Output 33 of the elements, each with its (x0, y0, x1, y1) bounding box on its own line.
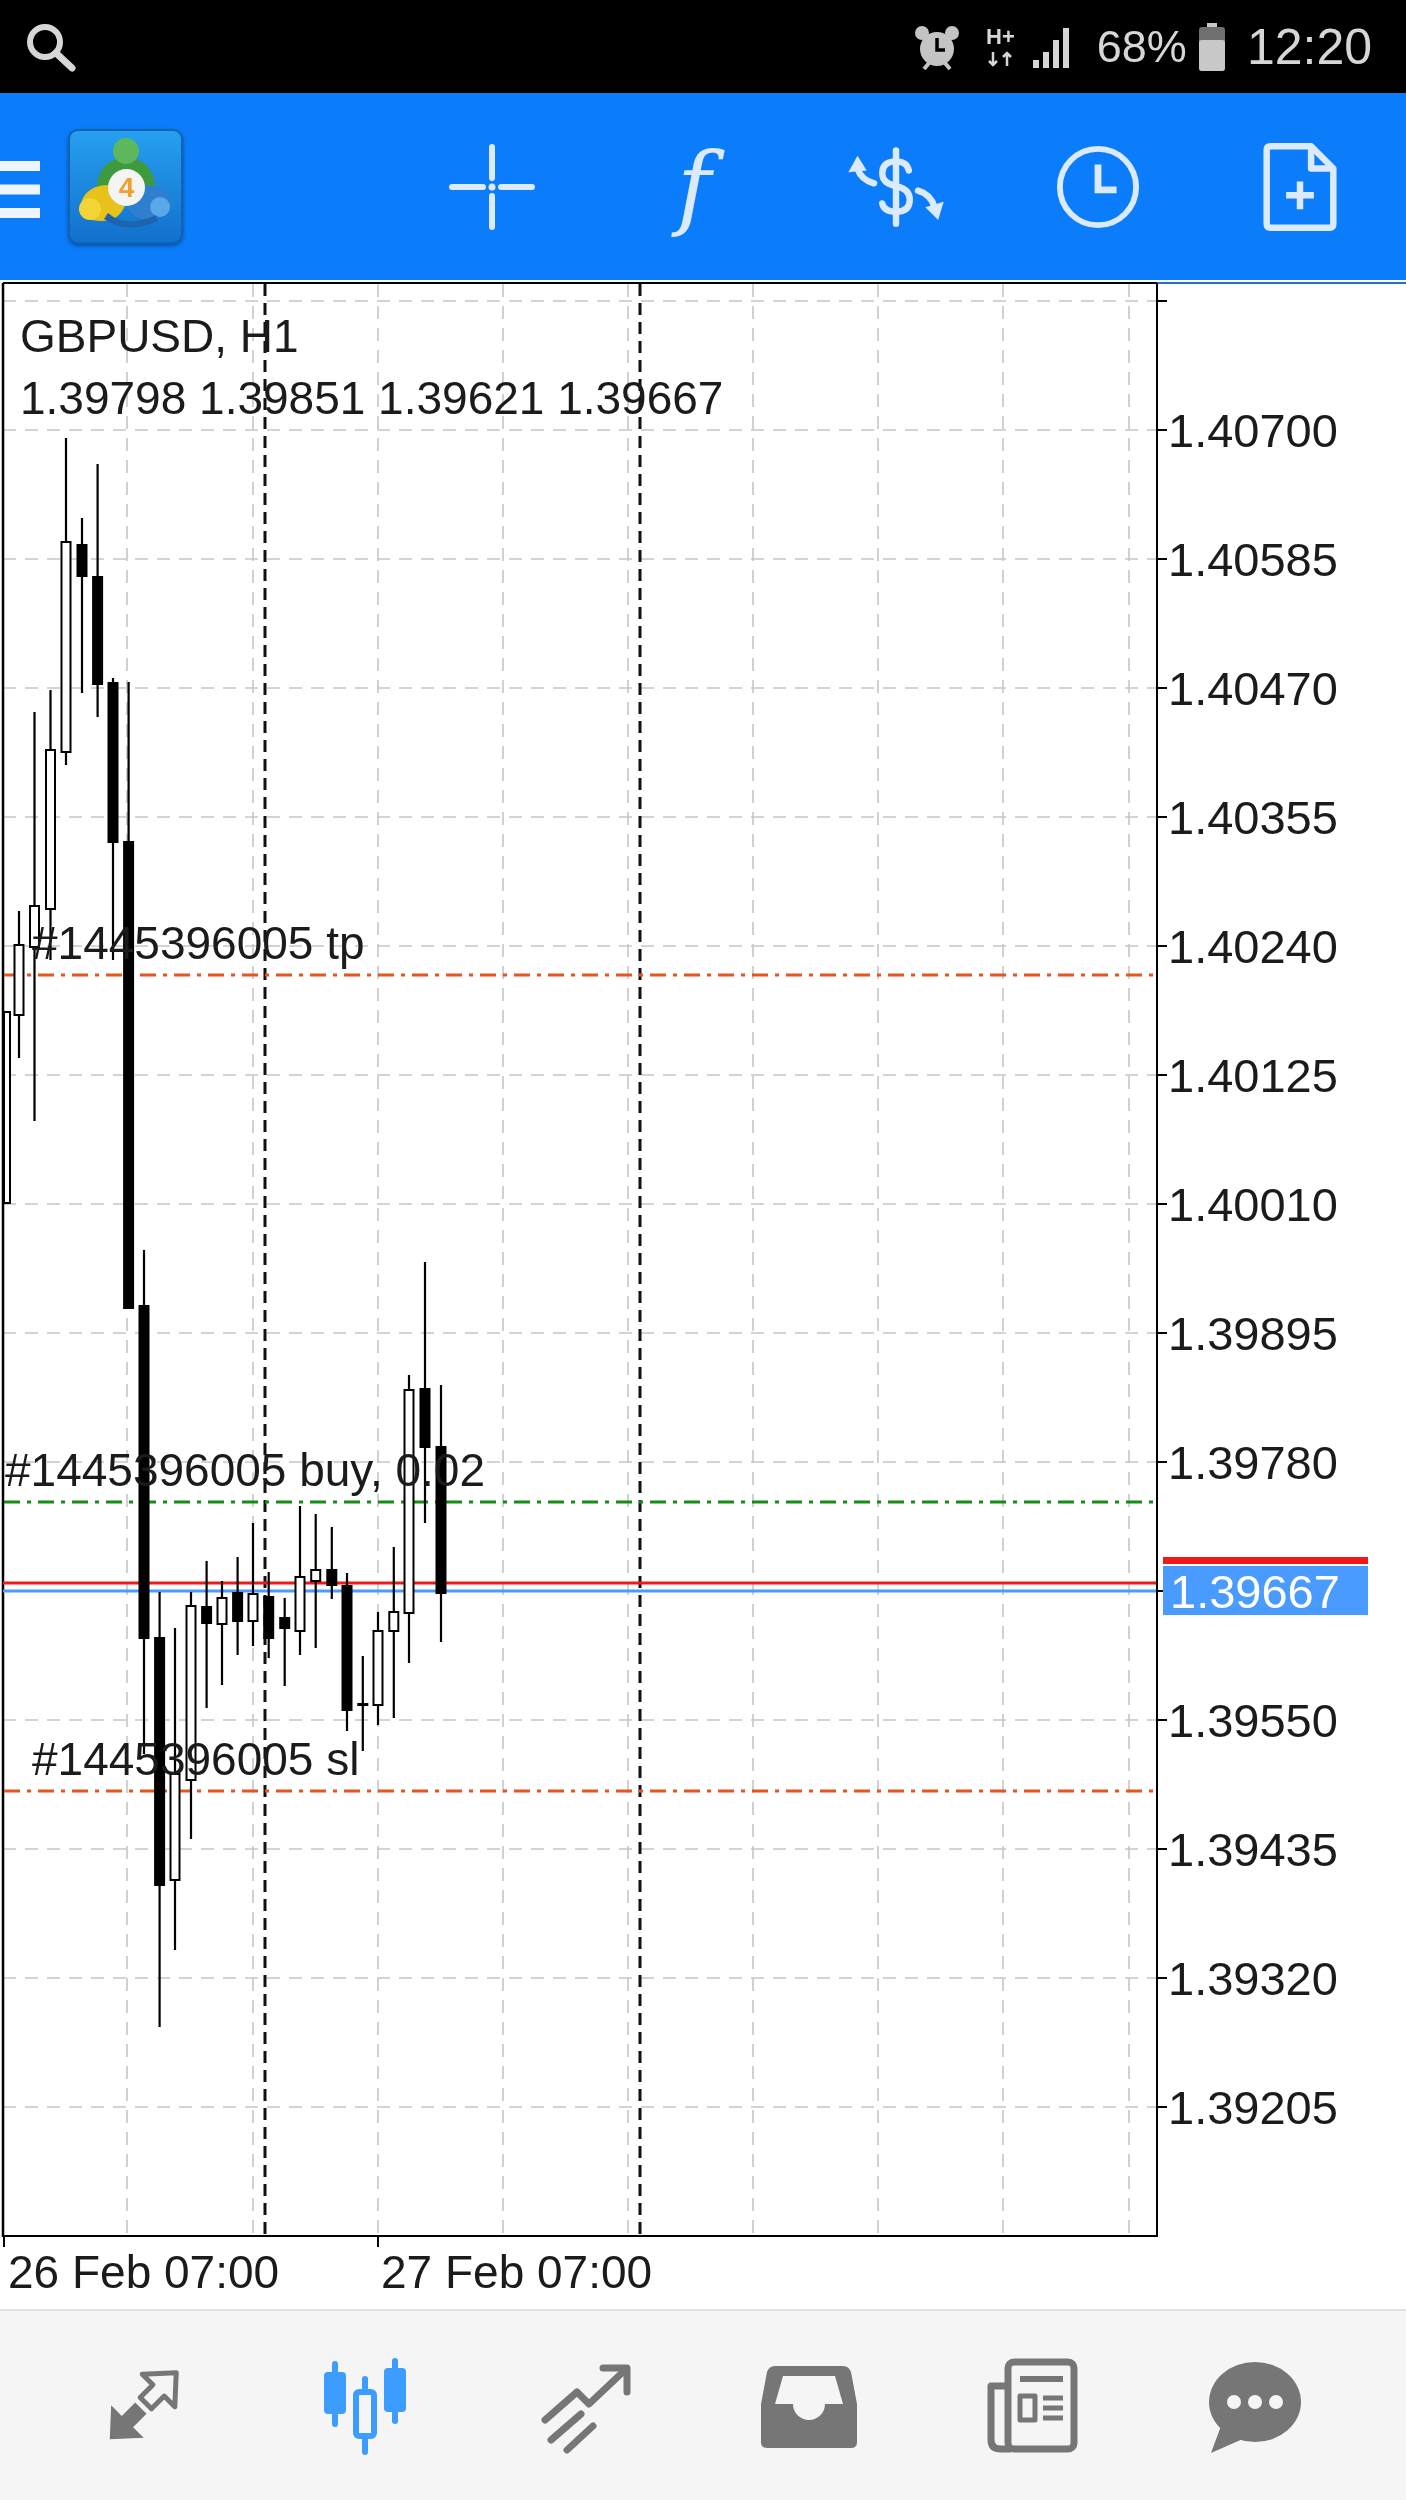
current-price-label: 1.39667 (1163, 1564, 1368, 1618)
price-scale-label: 1.40355 (1168, 790, 1338, 844)
price-scale-label: 1.39780 (1168, 1435, 1338, 1489)
price-scale-label: 1.40240 (1168, 919, 1338, 973)
menu-icon (0, 161, 40, 218)
price-scale-label: 1.40125 (1168, 1048, 1338, 1102)
price-scale-label: 1.39205 (1168, 2080, 1338, 2134)
search-icon[interactable] (25, 21, 76, 72)
network-type-label: H+ (986, 26, 1015, 48)
alarm-clock-icon (914, 23, 961, 70)
time-scale-label: 26 Feb 07:00 (8, 2246, 280, 2298)
ohlc-values: 1.39798 1.39851 1.39621 1.39667 (20, 372, 724, 424)
battery-icon (1198, 22, 1225, 71)
function-button[interactable]: f (639, 131, 749, 242)
price-scale-label: 1.39895 (1168, 1306, 1338, 1360)
price-scale-label: 1.39320 (1168, 1951, 1338, 2005)
crosshair-icon (448, 142, 536, 231)
document-plus-icon (1263, 141, 1337, 232)
chart-symbol: GBPUSD, H1 (20, 310, 299, 362)
price-scale-label: 1.40700 (1168, 403, 1338, 457)
clock-time: 12:20 (1246, 21, 1372, 72)
menu-button[interactable] (0, 161, 40, 218)
clock-icon (1055, 143, 1141, 230)
battery-percent: 68% (1096, 24, 1187, 69)
price-scale-label: 1.39435 (1168, 1822, 1338, 1876)
time-scale-label: 27 Feb 07:00 (381, 2246, 653, 2298)
price-scale-label: 1.40010 (1168, 1177, 1338, 1231)
candlestick (326, 1527, 338, 1599)
signal-strength-icon (1032, 25, 1071, 68)
price-scale-label: 1.40585 (1168, 532, 1338, 586)
price-scale-label: 1.40470 (1168, 661, 1338, 715)
data-arrows-icon (987, 51, 1014, 67)
price-scale-label: 1.39550 (1168, 1693, 1338, 1747)
